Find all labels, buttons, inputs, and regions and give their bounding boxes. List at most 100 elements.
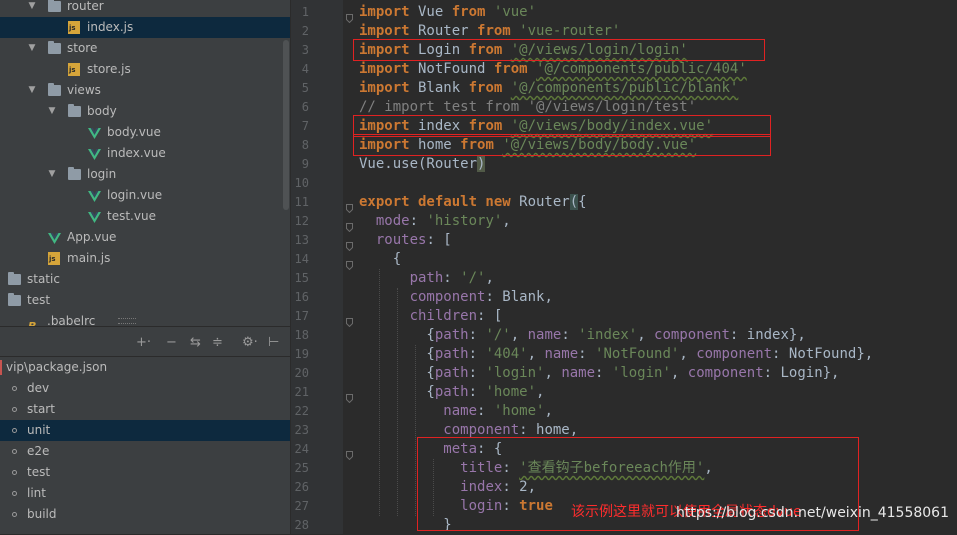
line-number: 20 [294,366,309,380]
code-line[interactable]: name: 'home', [359,402,553,421]
resize-grip-icon[interactable] [118,318,136,324]
code-token: Vue.use(Router [359,156,478,172]
line-number: 26 [294,480,309,494]
tree-item[interactable]: main.js [0,248,290,269]
code-line[interactable]: export default new Router({ [359,193,587,212]
expand-toggle-icon[interactable]: ▼ [46,101,58,122]
code-line[interactable]: routes: [ [359,231,452,250]
line-number: 22 [294,404,309,418]
tree-item[interactable]: ▼ login [0,164,290,185]
npm-script-dev[interactable]: dev [0,378,290,399]
tree-item-label: test.vue [107,209,156,223]
tree-item[interactable]: store.js [0,59,290,80]
code-line[interactable]: {path: 'home', [359,383,544,402]
tree-item[interactable]: login.vue [0,185,290,206]
npm-script-unit[interactable]: unit [0,420,290,441]
code-token: : [ [477,308,503,324]
folder-icon [48,83,61,96]
expand-toggle-icon[interactable]: ▼ [26,38,38,59]
settings-icon[interactable]: ⚙· [242,334,258,352]
code-editor[interactable]: import Vue from 'vue' import Router from … [343,0,957,534]
js-file-icon [48,252,60,265]
expand-toggle-icon[interactable]: ▼ [26,0,38,17]
npm-toolbar: +· − ⇆ ≑ ⚙· ⊢ [0,330,290,357]
folder-icon [68,167,81,180]
code-token: : [561,327,579,343]
code-token: , [527,346,545,362]
tree-item[interactable]: App.vue [0,227,290,248]
code-line[interactable]: component: Blank, [359,288,553,307]
code-token: path [434,327,469,343]
npm-script-test[interactable]: test [0,462,290,483]
line-number: 16 [294,290,309,304]
npm-script-e2e[interactable]: e2e [0,441,290,462]
code-line[interactable]: path: '/', [359,269,494,288]
code-token: : index}, [729,327,806,343]
npm-script-lint[interactable]: lint [0,483,290,504]
code-token: : home, [519,422,579,438]
code-token: , [502,213,511,229]
tree-item-label: test [27,293,51,307]
code-line[interactable]: {path: '/', name: 'index', component: in… [359,326,806,345]
line-number: 5 [301,81,309,95]
tree-item[interactable]: B .babelrc [0,311,290,326]
code-line[interactable]: {path: 'login', name: 'login', component… [359,364,839,383]
code-line[interactable]: import NotFound from '@/components/publi… [359,60,747,79]
folder-icon [8,272,21,285]
tree-item[interactable]: ▼ body [0,101,290,122]
vue-file-icon [88,126,101,139]
code-token: : [578,346,596,362]
script-dot-icon [12,512,17,517]
code-line[interactable]: {path: '404', name: 'NotFound', componen… [359,345,873,364]
npm-scripts-panel: vip\package.json dev start unit e2e test lint… [0,357,290,534]
tree-item[interactable]: ▼ views [0,80,290,101]
npm-package-title[interactable]: vip\package.json [0,357,290,378]
sync-icon[interactable]: ⇆ [190,334,201,352]
line-number: 25 [294,461,309,475]
code-token: { [359,251,402,267]
code-token: : [443,270,461,286]
code-token: : [468,327,486,343]
code-token: from [477,23,511,39]
filter-icon[interactable]: ≑ [212,334,223,352]
code-token: name [443,403,478,419]
code-line[interactable]: import Vue from 'vue' [359,3,536,22]
code-token: : [409,213,427,229]
tree-item[interactable]: ▼ store [0,38,290,59]
code-line[interactable]: mode: 'history', [359,212,511,231]
code-line[interactable]: { [359,250,401,269]
package-marker [0,360,2,375]
tree-item[interactable]: static [0,269,290,290]
code-line[interactable]: children: [ [359,307,503,326]
code-line[interactable]: Vue.use(Router) [359,155,486,174]
vue-file-icon [48,231,61,244]
code-token: 'history' [426,213,503,229]
pin-icon[interactable]: ⊢ [268,334,279,352]
tree-item[interactable]: index.js [0,17,290,38]
collapse-icon[interactable]: − [166,334,177,352]
code-token: , [510,327,528,343]
tree-item[interactable]: index.vue [0,143,290,164]
folder-icon [68,104,81,117]
expand-toggle-icon[interactable]: ▼ [26,80,38,101]
tree-item[interactable]: test.vue [0,206,290,227]
tree-item[interactable]: test [0,290,290,311]
script-dot-icon [12,470,17,475]
code-token: 'login' [611,365,671,381]
tree-item[interactable]: ▼ router [0,0,290,17]
tree-item[interactable]: body.vue [0,122,290,143]
code-token: path [434,346,469,362]
npm-script-build[interactable]: build [0,504,290,525]
code-token: : [595,365,612,381]
code-token: routes [375,232,427,248]
code-token: , [485,270,494,286]
code-token: from [451,4,486,20]
code-token: , [544,365,562,381]
code-line[interactable]: import Blank from '@/components/public/b… [359,79,738,98]
add-icon[interactable]: +· [136,334,151,352]
npm-script-start[interactable]: start [0,399,290,420]
expand-toggle-icon[interactable]: ▼ [46,164,58,185]
